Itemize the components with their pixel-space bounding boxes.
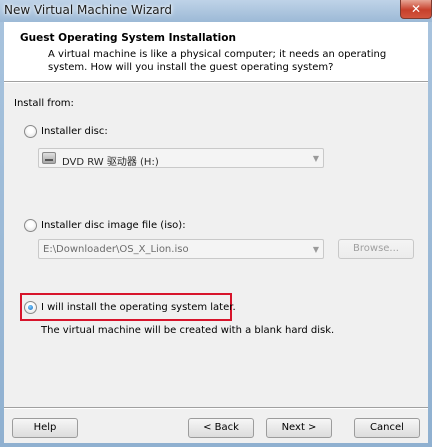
close-button[interactable]: ✕ (400, 0, 432, 19)
wizard-client-area: Guest Operating System Installation A vi… (4, 22, 428, 443)
dvd-drive-icon (42, 152, 56, 164)
next-button[interactable]: Next > (266, 418, 332, 438)
header-divider (4, 82, 428, 83)
chevron-down-icon: ▼ (312, 154, 319, 163)
iso-path-select[interactable]: E:\Downloader\OS_X_Lion.iso ▼ (38, 239, 324, 259)
iso-image-radio[interactable] (24, 219, 37, 232)
wizard-window: New Virtual Machine Wizard ✕ Guest Opera… (0, 0, 432, 447)
install-from-label: Install from: (14, 98, 74, 109)
install-later-note: The virtual machine will be created with… (41, 325, 335, 336)
cancel-button[interactable]: Cancel (354, 418, 420, 438)
chevron-down-icon: ▼ (312, 245, 319, 254)
installer-disc-label[interactable]: Installer disc: (41, 126, 108, 137)
help-button[interactable]: Help (12, 418, 78, 438)
page-title: Guest Operating System Installation (20, 32, 236, 44)
window-title: New Virtual Machine Wizard (4, 3, 172, 17)
installer-disc-radio[interactable] (24, 125, 37, 138)
footer-divider-highlight (4, 408, 428, 409)
close-icon: ✕ (410, 2, 422, 16)
iso-path-value: E:\Downloader\OS_X_Lion.iso (43, 244, 189, 255)
iso-image-label[interactable]: Installer disc image file (iso): (41, 220, 186, 231)
install-later-label[interactable]: I will install the operating system late… (41, 302, 236, 313)
wizard-header: Guest Operating System Installation A vi… (4, 22, 428, 82)
back-button[interactable]: < Back (188, 418, 254, 438)
title-bar[interactable]: New Virtual Machine Wizard ✕ (0, 0, 432, 22)
page-description: A virtual machine is like a physical com… (48, 49, 387, 73)
disc-drive-value: DVD RW 驱动器 (H:) (62, 157, 159, 168)
disc-drive-select[interactable]: DVD RW 驱动器 (H:) ▼ (38, 148, 324, 168)
install-later-radio[interactable] (24, 301, 37, 314)
browse-button[interactable]: Browse... (338, 239, 414, 259)
